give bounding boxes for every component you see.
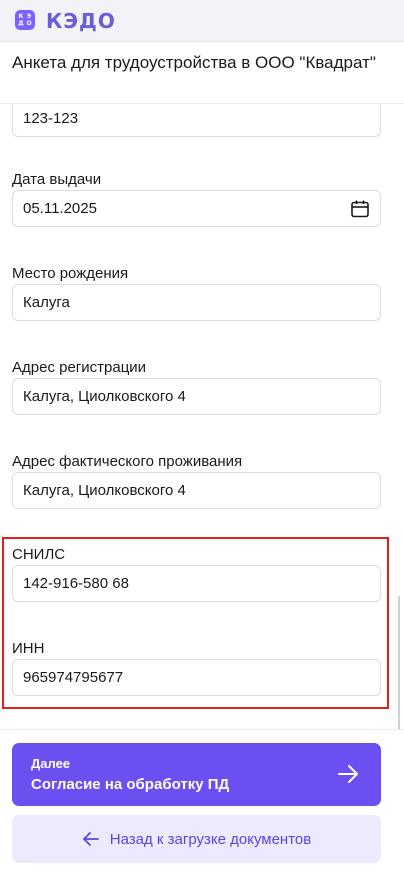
birth-place-field[interactable]: Калуга	[12, 284, 381, 321]
next-button-label: Согласие на обработку ПД	[31, 776, 230, 793]
back-button-label: Назад к загрузке документов	[109, 830, 312, 848]
registration-address-field[interactable]: Калуга, Циолковского 4	[12, 378, 381, 415]
scrollbar[interactable]	[398, 596, 400, 736]
issue-date-field[interactable]: 05.11.2025	[12, 190, 381, 227]
calendar-icon[interactable]	[350, 199, 370, 219]
issue-date-label: Дата выдачи	[12, 171, 102, 188]
registration-address-label: Адрес регистрации	[12, 359, 147, 376]
highlight-box	[2, 537, 389, 709]
footer: Далее Согласие на обработку ПД Назад к з…	[0, 729, 404, 875]
passport-number-field[interactable]: 123-123	[12, 104, 381, 137]
actual-address-label: Адрес фактического проживания	[12, 453, 243, 470]
birth-place-label: Место рождения	[12, 265, 129, 282]
app-logo-icon: КЭ ДО	[15, 10, 35, 30]
page-header: Анкета для трудоустройства в ООО "Квадра…	[0, 42, 404, 104]
back-button[interactable]: Назад к загрузке документов	[12, 815, 381, 863]
arrow-right-icon	[338, 765, 358, 783]
issue-date-value: 05.11.2025	[23, 200, 97, 217]
page-title: Анкета для трудоустройства в ООО "Квадра…	[12, 53, 376, 72]
actual-address-field[interactable]: Калуга, Циолковского 4	[12, 472, 381, 509]
app-logo-text: КЭДО	[46, 9, 116, 33]
arrow-left-icon	[82, 832, 99, 846]
next-button-caption: Далее	[31, 756, 71, 771]
top-bar: КЭ ДО КЭДО	[0, 0, 404, 42]
next-button[interactable]: Далее Согласие на обработку ПД	[12, 743, 381, 806]
